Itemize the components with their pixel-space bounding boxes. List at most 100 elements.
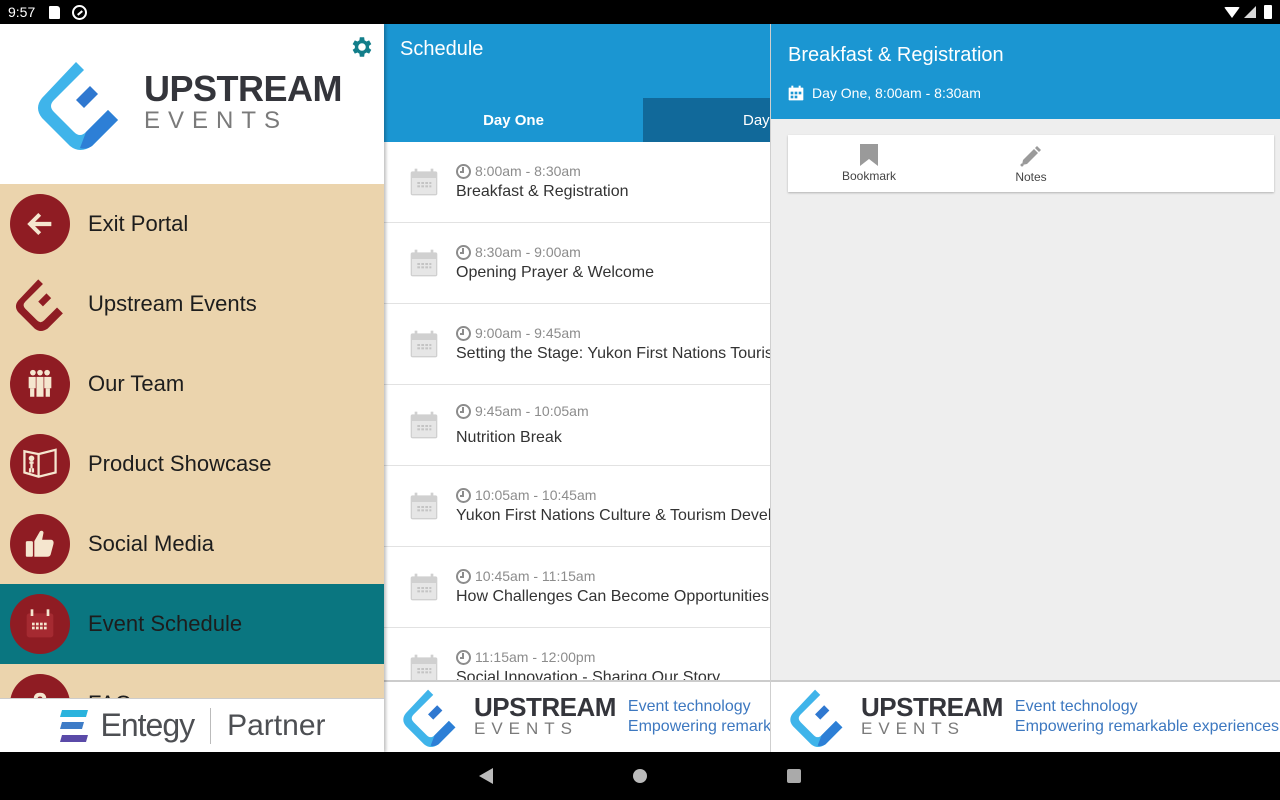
menu-item-social-media[interactable]: Social Media <box>0 504 384 584</box>
session-time-text: 9:00am - 9:45am <box>475 325 581 341</box>
session-time-text: 8:00am - 8:30am <box>475 163 581 179</box>
session-title: Opening Prayer & Welcome <box>456 264 655 281</box>
menu-item-exit-portal[interactable]: Exit Portal <box>0 184 384 264</box>
session-title: Breakfast & Registration <box>456 183 629 200</box>
brand-line1: UPSTREAM <box>144 68 343 109</box>
navigation-drawer: UPSTREAM EVENTS Exit Portal Upstream Eve… <box>0 24 384 752</box>
upstream-logo-mark-icon <box>38 62 118 150</box>
session-detail-pane: Breakfast & Registration Day One, 8:00am… <box>770 24 1280 752</box>
status-time: 9:57 <box>8 4 36 20</box>
tab-day-two[interactable]: Day <box>643 98 770 142</box>
session-row[interactable]: 9:45am - 10:05am Nutrition Break <box>384 385 770 466</box>
session-text: 8:30am - 9:00am Opening Prayer & Welcome <box>456 244 654 282</box>
battery-icon <box>1264 5 1272 19</box>
menu-label: Exit Portal <box>88 211 189 236</box>
calendar-icon <box>410 573 438 601</box>
settings-gear-icon[interactable] <box>348 34 374 60</box>
menu-item-upstream-events[interactable]: Upstream Events <box>0 264 384 344</box>
session-row[interactable]: 10:05am - 10:45am Yukon First Nations Cul… <box>384 466 770 547</box>
upstream-events-logo: UPSTREAM EVENTS <box>36 58 343 150</box>
session-time: 10:45am - 11:15am <box>456 568 769 584</box>
detail-datetime: Day One, 8:00am - 8:30am <box>812 85 981 101</box>
entegy-partner-footer: Entegy Partner <box>0 698 384 752</box>
calendar-icon <box>410 492 438 520</box>
clock-icon <box>456 568 471 584</box>
session-text: 9:00am - 9:45am Setting the Stage: Yukon … <box>456 325 770 363</box>
session-time: 9:00am - 9:45am <box>456 325 770 341</box>
drawer-header: UPSTREAM EVENTS <box>0 24 384 184</box>
cell-signal-icon <box>1244 6 1256 18</box>
bookmark-button[interactable]: Bookmark <box>788 135 950 192</box>
bookmark-icon <box>860 144 878 166</box>
session-row[interactable]: 8:30am - 9:00am Opening Prayer & Welcome <box>384 223 770 304</box>
day-tabs: Day One Day <box>384 98 770 142</box>
banner-brand-line2: EVENTS <box>861 719 966 738</box>
showcase-icon <box>10 434 70 494</box>
calendar-icon <box>410 411 438 439</box>
detail-subtitle: Day One, 8:00am - 8:30am <box>788 85 981 101</box>
back-icon[interactable] <box>479 768 493 784</box>
session-row[interactable]: 8:00am - 8:30am Breakfast & Registration <box>384 142 770 223</box>
menu-item-event-schedule[interactable]: Event Schedule <box>0 584 384 664</box>
schedule-app-bar: Schedule Day One Day <box>384 24 770 142</box>
session-time: 8:30am - 9:00am <box>456 244 654 260</box>
banner-brand-line1: UPSTREAM <box>861 692 1003 722</box>
calendar-icon <box>788 85 804 101</box>
detail-app-bar: Breakfast & Registration Day One, 8:00am… <box>771 24 1280 119</box>
arrow-left-icon <box>10 194 70 254</box>
menu-label: Our Team <box>88 371 185 396</box>
system-nav-bar <box>0 752 1280 800</box>
notes-button[interactable]: Notes <box>950 135 1112 192</box>
sd-card-icon <box>49 5 61 19</box>
detail-actions-card: Bookmark Notes <box>788 135 1274 192</box>
session-text: 10:45am - 11:15am How Challenges Can Beco… <box>456 568 769 606</box>
session-text: 8:00am - 8:30am Breakfast & Registration <box>456 163 629 201</box>
session-time-text: 8:30am - 9:00am <box>475 244 581 260</box>
session-time: 11:15am - 12:00pm <box>456 649 720 665</box>
partner-label: Partner <box>227 708 326 742</box>
calendar-icon <box>410 249 438 277</box>
banner-tagline-1: Event technology <box>1014 698 1138 715</box>
upstream-logo-mark-icon <box>403 689 456 747</box>
calendar-icon <box>10 594 70 654</box>
session-time: 9:45am - 10:05am <box>456 403 589 419</box>
calendar-icon <box>410 168 438 196</box>
recents-icon[interactable] <box>787 769 801 783</box>
clock-icon <box>456 163 471 179</box>
session-title: Nutrition Break <box>456 429 562 446</box>
tab-day-one[interactable]: Day One <box>384 98 643 142</box>
notes-label: Notes <box>1015 170 1047 184</box>
banner-tagline-2: Empowering remarkable experiences <box>627 718 770 735</box>
session-text: 9:45am - 10:05am Nutrition Break <box>456 403 589 447</box>
banner-brand-line2: EVENTS <box>474 719 579 738</box>
sponsor-banner[interactable]: UPSTREAM EVENTS Event technology Empower… <box>384 680 770 752</box>
status-bar: 9:57 <box>0 0 1280 24</box>
clock-icon <box>456 403 471 419</box>
calendar-icon <box>410 330 438 358</box>
session-title: How Challenges Can Become Opportunities <box>456 588 770 605</box>
menu-label: Product Showcase <box>88 451 272 476</box>
banner-brand-line1: UPSTREAM <box>474 692 616 722</box>
session-row[interactable]: 9:00am - 9:45am Setting the Stage: Yukon … <box>384 304 770 385</box>
clock-icon <box>456 487 471 503</box>
session-title: Setting the Stage: Yukon First Nations T… <box>456 345 770 362</box>
session-row[interactable]: 10:45am - 11:15am How Challenges Can Beco… <box>384 547 770 628</box>
sponsor-banner[interactable]: UPSTREAM EVENTS Event technology Empower… <box>771 680 1280 752</box>
entegy-logo-icon <box>60 709 89 742</box>
session-time: 10:05am - 10:45am <box>456 487 770 503</box>
detail-title: Breakfast & Registration <box>788 44 1004 66</box>
clock-icon <box>456 649 471 665</box>
session-title: Yukon First Nations Culture & Tourism De… <box>456 507 770 524</box>
home-icon[interactable] <box>633 769 647 783</box>
menu-label: Upstream Events <box>88 291 257 316</box>
banner-tagline-2: Empowering remarkable experiences <box>1014 718 1280 735</box>
brand-line2: EVENTS <box>144 107 289 134</box>
session-list: 8:00am - 8:30am Breakfast & Registration 8… <box>384 142 770 709</box>
team-icon <box>10 354 70 414</box>
menu-item-product-showcase[interactable]: Product Showcase <box>0 424 384 504</box>
menu-item-our-team[interactable]: Our Team <box>0 344 384 424</box>
footer-divider <box>210 707 212 744</box>
upstream-logo-mark-icon <box>790 689 843 747</box>
pencil-icon <box>1020 146 1041 167</box>
sync-icon <box>72 4 88 20</box>
